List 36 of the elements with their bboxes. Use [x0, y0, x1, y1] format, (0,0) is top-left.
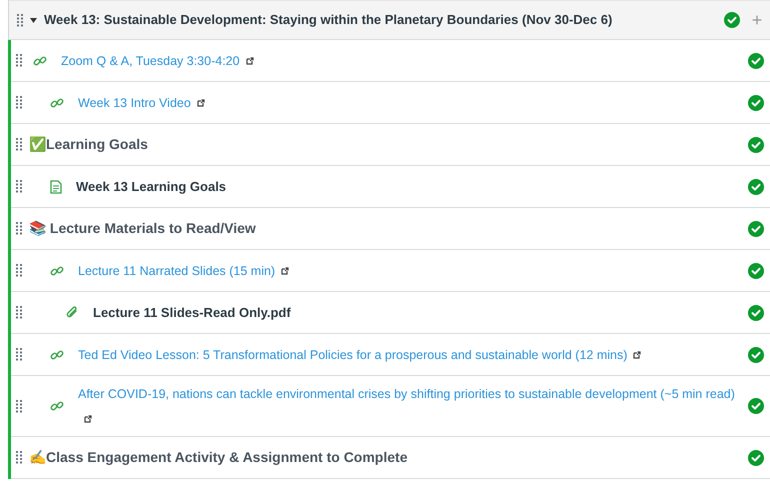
- drag-handle-icon[interactable]: [16, 264, 23, 277]
- drag-handle-icon[interactable]: [16, 306, 23, 319]
- chain-link-icon: [50, 264, 64, 278]
- collapse-caret-icon[interactable]: [30, 18, 37, 22]
- item-link[interactable]: Week 13 Learning Goals: [76, 178, 226, 194]
- external-link-icon: [246, 57, 254, 66]
- item-link[interactable]: After COVID-19, nations can tackle environmental crises by shifting priorities to sustainable development (~5 min read): [78, 385, 735, 404]
- text-header: 📚 Lecture Materials to Read/View: [29, 220, 256, 236]
- text-header: ✅Learning Goals: [29, 136, 148, 152]
- document-icon: [50, 180, 62, 194]
- item-link[interactable]: Lecture 11 Slides-Read Only.pdf: [93, 304, 291, 320]
- chain-link-icon: [50, 96, 64, 110]
- paperclip-icon: [65, 306, 79, 320]
- item-link[interactable]: Zoom Q & A, Tuesday 3:30-4:20: [61, 52, 240, 70]
- external-link-icon: [633, 351, 642, 360]
- item-link[interactable]: Week 13 Intro Video: [78, 94, 191, 112]
- drag-handle-icon[interactable]: [16, 222, 23, 235]
- external-link-icon: [84, 414, 92, 423]
- chain-link-icon: [50, 399, 64, 413]
- text-header: ✍Class Engagement Activity & Assignment to Complete: [29, 448, 408, 464]
- external-link-icon: [281, 267, 290, 276]
- drag-handle-icon[interactable]: [16, 180, 23, 193]
- chain-link-icon: [50, 348, 64, 362]
- module-title: Week 13: Sustainable Development: Staying within the Planetary Boundaries (Nov 30-Dec 6): [44, 11, 614, 30]
- chain-link-icon: [33, 54, 47, 68]
- drag-handle-icon[interactable]: [16, 451, 23, 464]
- drag-handle-icon[interactable]: [16, 138, 23, 151]
- drag-handle-icon[interactable]: [17, 14, 24, 26]
- drag-handle-icon[interactable]: [16, 96, 23, 109]
- drag-handle-icon[interactable]: [16, 54, 23, 67]
- drag-handle-icon[interactable]: [16, 400, 23, 412]
- drag-handle-icon[interactable]: [16, 348, 23, 361]
- add-item-button[interactable]: +: [750, 11, 764, 29]
- item-link[interactable]: Ted Ed Video Lesson: 5 Transformational Policies for a prosperous and sustainable world (12 mins): [78, 346, 628, 364]
- external-link-icon: [196, 99, 205, 108]
- item-link[interactable]: Lecture 11 Narrated Slides (15 min): [78, 262, 276, 280]
